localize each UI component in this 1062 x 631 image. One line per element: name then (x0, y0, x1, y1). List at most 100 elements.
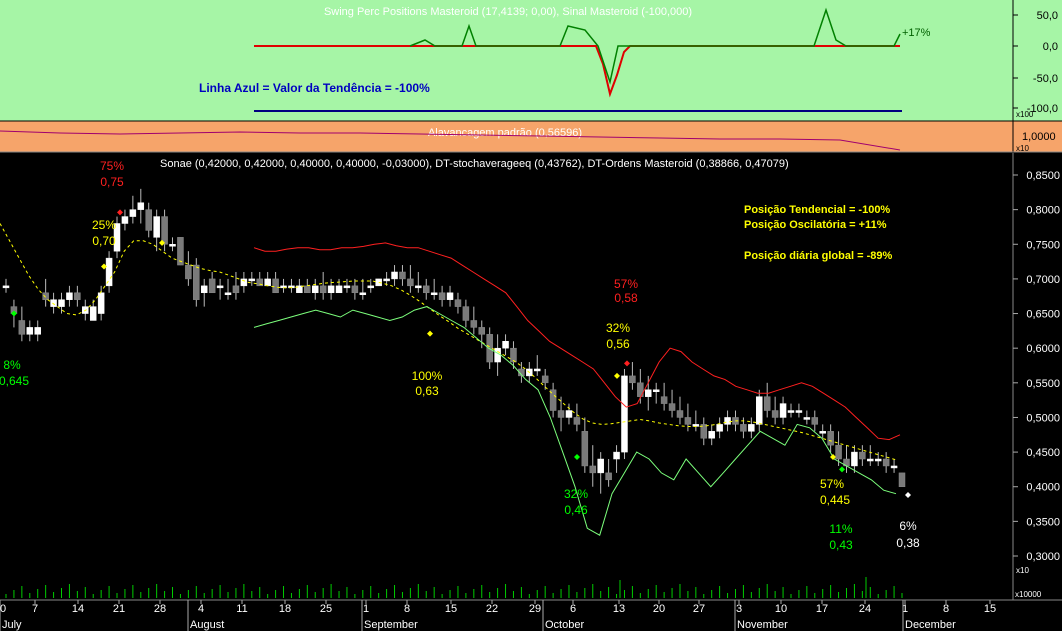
x-month-label: July (2, 619, 22, 631)
candle-body (795, 410, 803, 413)
x-day-label: 20 (653, 603, 665, 615)
candle-body (573, 417, 581, 425)
candle-body (748, 424, 755, 432)
candle-body (383, 278, 390, 282)
volume-scale-label: x10 (1016, 566, 1029, 575)
y-tick-label: 0,6000 (1026, 343, 1060, 355)
y-tick-label: 0,8500 (1026, 170, 1060, 182)
candle-body (407, 278, 414, 287)
candle-body (74, 292, 81, 300)
candle-body (668, 403, 676, 411)
candle-body (335, 285, 343, 294)
signal-label: 0,58 (614, 291, 638, 305)
candle-body (835, 444, 842, 460)
chart-window: Swing Perc Positions Masteroid (17,4139;… (0, 0, 1062, 631)
x-month-label: November (737, 619, 788, 631)
y-tick-label: 0,4500 (1026, 447, 1060, 459)
candle-body (645, 389, 652, 397)
candle-body (208, 278, 216, 294)
candle-body (105, 257, 113, 287)
candle-body (185, 264, 192, 280)
candle-body (494, 347, 501, 363)
candle-body (422, 285, 430, 294)
signal-label: 0,46 (564, 503, 588, 517)
x-day-label: 8 (943, 603, 949, 615)
signal-label: 100% (412, 369, 443, 383)
candle-body (169, 244, 176, 247)
candle-body (565, 410, 573, 418)
signal-label: 0,645 (0, 374, 29, 388)
candle-body (66, 292, 73, 300)
y-tick-label: 0,5000 (1026, 412, 1060, 424)
signal-label: 8% (3, 358, 21, 372)
top-tick-label: -50,0 (1033, 73, 1058, 85)
candle-body (652, 389, 660, 392)
candle-body (58, 299, 65, 307)
signal-label: 75% (100, 159, 124, 173)
candle-body (391, 271, 398, 280)
x-day-label: 18 (279, 603, 291, 615)
y-tick-label: 0,8000 (1026, 205, 1060, 217)
signal-label: 0,70 (92, 234, 116, 248)
candle-body (827, 431, 834, 446)
x-month-label: December (905, 619, 956, 631)
candle-body (898, 472, 906, 487)
signal-label: 0,38 (896, 536, 920, 550)
x-day-label: 4 (198, 603, 204, 615)
candle-body (502, 341, 509, 349)
info-osc-position: Posição Oscilatória = +11% (744, 219, 887, 231)
candle-body (248, 278, 256, 282)
candle-body (351, 285, 359, 294)
signal-label: 0,43 (829, 538, 853, 552)
x-day-label: 13 (613, 603, 625, 615)
x-day-label: 14 (72, 603, 84, 615)
x-month-label: September (364, 619, 418, 631)
candle-body (327, 285, 335, 294)
chart-svg: Swing Perc Positions Masteroid (17,4139;… (0, 0, 1062, 631)
candle-body (311, 285, 319, 294)
candle-body (763, 396, 771, 411)
candle-body (232, 285, 240, 294)
candle-body (890, 465, 898, 469)
candle-body (771, 410, 779, 418)
signal-label: 0,63 (415, 384, 439, 398)
candle-body (478, 327, 486, 335)
y-tick-label: 0,3500 (1026, 516, 1060, 528)
candle-body (216, 285, 224, 289)
candle-body (756, 396, 763, 425)
x-day-label: 30 (0, 603, 6, 615)
candle-body (621, 375, 628, 453)
candle-body (454, 299, 462, 307)
info-trend-position: Posição Tendencial = -100% (744, 204, 890, 216)
x-day-label: 15 (445, 603, 457, 615)
x-day-label: 7 (32, 603, 38, 615)
candle-body (859, 451, 866, 460)
x-day-label: 15 (984, 603, 996, 615)
candle-body (430, 292, 438, 296)
candle-body (787, 410, 795, 413)
candle-body (343, 285, 351, 289)
candle-body (319, 285, 327, 294)
trend-annotation: Linha Azul = Valor da Tendência = -100% (199, 81, 430, 95)
candle-body (803, 417, 811, 420)
main-panel-title: Sonae (0,42000, 0,42000, 0,40000, 0,4000… (160, 158, 789, 170)
candle-body (272, 278, 279, 294)
candle-body (153, 216, 160, 238)
candle-body (462, 306, 470, 321)
signal-label: 0,445 (820, 493, 850, 507)
x-day-label: 17 (816, 603, 828, 615)
x-month-label: August (190, 619, 224, 631)
candle-body (589, 465, 597, 474)
candle-body (486, 334, 493, 363)
top-scale-label: x100 (1016, 110, 1034, 119)
x-day-label: 10 (775, 603, 787, 615)
signal-label: 0,56 (606, 337, 630, 351)
x-day-label: 29 (529, 603, 541, 615)
x-axis: 3071421284111825181522296132027310172418… (0, 600, 996, 631)
candle-body (137, 202, 145, 210)
candle-body (779, 403, 787, 418)
x-day-label: 28 (154, 603, 166, 615)
candle-body (240, 278, 248, 287)
candle-body (2, 285, 10, 289)
x-day-label: 6 (570, 603, 576, 615)
